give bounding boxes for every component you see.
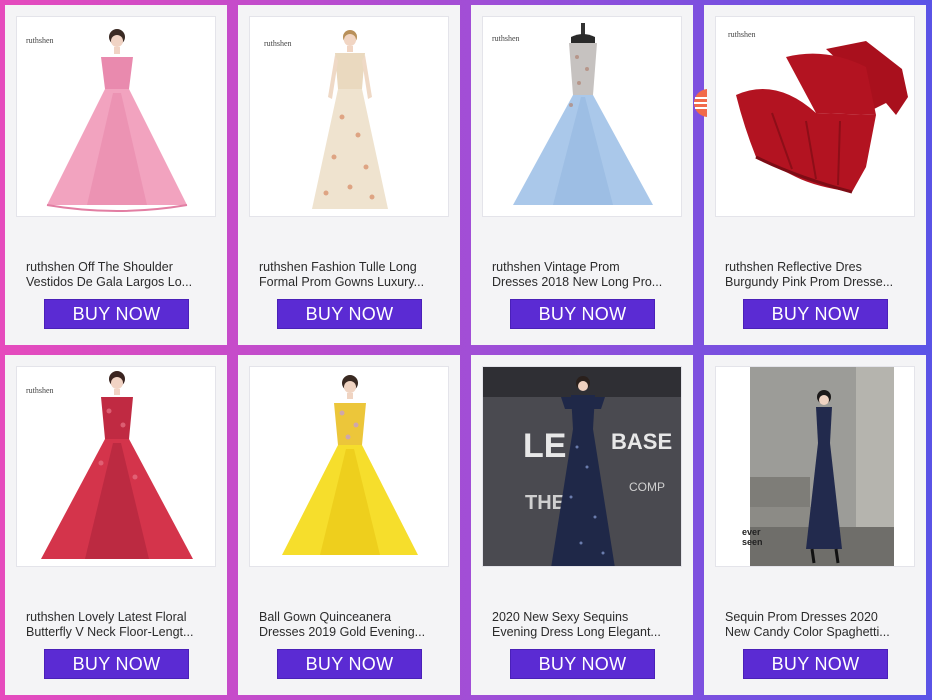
dress-illustration [312,30,388,209]
dress-illustration [46,29,188,212]
product-title-line: Butterfly V Neck Floor-Lengt... [26,625,194,639]
product-title-line: ruthshen Lovely Latest Floral [26,610,187,624]
product-title-line: Evening Dress Long Elegant... [492,625,661,639]
logo-text: ever [742,527,761,537]
product-title[interactable]: ruthshen Lovely Latest Floral Butterfly … [26,610,211,640]
product-title[interactable]: ruthshen Reflective Dres Burgundy Pink P… [725,260,910,290]
product-title-line: Dresses 2019 Gold Evening... [259,625,426,639]
buy-now-button[interactable]: BUY NOW [277,299,422,329]
product-title-line: 2020 New Sexy Sequins [492,610,629,624]
product-image[interactable]: ruthshen [715,16,915,217]
logo-text: seen [742,537,763,547]
product-card[interactable]: ruthshen ruthshen Lovely Latest Floral B… [5,355,227,695]
product-image[interactable]: ever seen [715,366,915,567]
product-grid: ruthshen ruthshen Off The Shoulder Vesti… [5,5,926,695]
backdrop-text: LE [523,427,566,465]
product-title-line: Vestidos De Gala Largos Lo... [26,275,193,289]
buy-now-button[interactable]: BUY NOW [510,649,655,679]
buy-now-button[interactable]: BUY NOW [743,649,888,679]
dress-illustration [736,41,908,194]
backdrop-text: BASE [611,429,672,454]
product-image[interactable]: ruthshen [482,16,682,217]
product-card[interactable]: ruthshen ruthshen Fashion Tulle Long For… [238,5,460,345]
dress-illustration [513,23,653,205]
product-title[interactable]: Ball Gown Quinceanera Dresses 2019 Gold … [259,610,444,640]
product-title[interactable]: ruthshen Off The Shoulder Vestidos De Ga… [26,260,211,290]
buy-now-button[interactable]: BUY NOW [44,299,189,329]
product-title-line: Ball Gown Quinceanera [259,610,392,624]
product-image[interactable]: ruthshen [249,16,449,217]
product-title-line: Burgundy Pink Prom Dresse... [725,275,894,289]
decorative-ball-icon [693,88,707,118]
product-title[interactable]: ruthshen Fashion Tulle Long Formal Prom … [259,260,444,290]
product-title-line: ruthshen Fashion Tulle Long [259,260,417,274]
dress-photo: LE BASE THE COMP [483,367,681,566]
product-card[interactable]: Ball Gown Quinceanera Dresses 2019 Gold … [238,355,460,695]
product-card[interactable]: ever seen Sequin Prom Dresses 2020 New C… [704,355,926,695]
dress-photo: ever seen [742,367,894,566]
product-image[interactable] [249,366,449,567]
product-card[interactable]: ruthshen ruthshen Vintage Prom Dresses 2… [471,5,693,345]
dress-illustration [282,375,418,555]
product-image[interactable]: ruthshen [16,16,216,217]
product-title-line: Sequin Prom Dresses 2020 [725,610,878,624]
product-title-line: Dresses 2018 New Long Pro... [492,275,663,289]
product-card[interactable]: LE BASE THE COMP 2020 New Sexy Sequins E… [471,355,693,695]
backdrop-text: COMP [629,480,665,494]
product-image[interactable]: ruthshen [16,366,216,567]
product-title-line: New Candy Color Spaghetti... [725,625,890,639]
product-card[interactable]: ruthshen ruthshen Off The Shoulder Vesti… [5,5,227,345]
dress-illustration [41,371,193,559]
product-title[interactable]: Sequin Prom Dresses 2020 New Candy Color… [725,610,910,640]
product-title-line: ruthshen Off The Shoulder [26,260,173,274]
buy-now-button[interactable]: BUY NOW [510,299,655,329]
product-title[interactable]: 2020 New Sexy Sequins Evening Dress Long… [492,610,677,640]
product-title[interactable]: ruthshen Vintage Prom Dresses 2018 New L… [492,260,677,290]
buy-now-button[interactable]: BUY NOW [277,649,422,679]
buy-now-button[interactable]: BUY NOW [743,299,888,329]
backdrop-text: THE [525,492,565,514]
buy-now-button[interactable]: BUY NOW [44,649,189,679]
product-title-line: ruthshen Reflective Dres [725,260,862,274]
product-card[interactable]: ruthshen ruthshen Reflective Dres Burgun… [704,5,926,345]
product-title-line: Formal Prom Gowns Luxury... [259,275,425,289]
product-image[interactable]: LE BASE THE COMP [482,366,682,567]
product-title-line: ruthshen Vintage Prom [492,260,620,274]
